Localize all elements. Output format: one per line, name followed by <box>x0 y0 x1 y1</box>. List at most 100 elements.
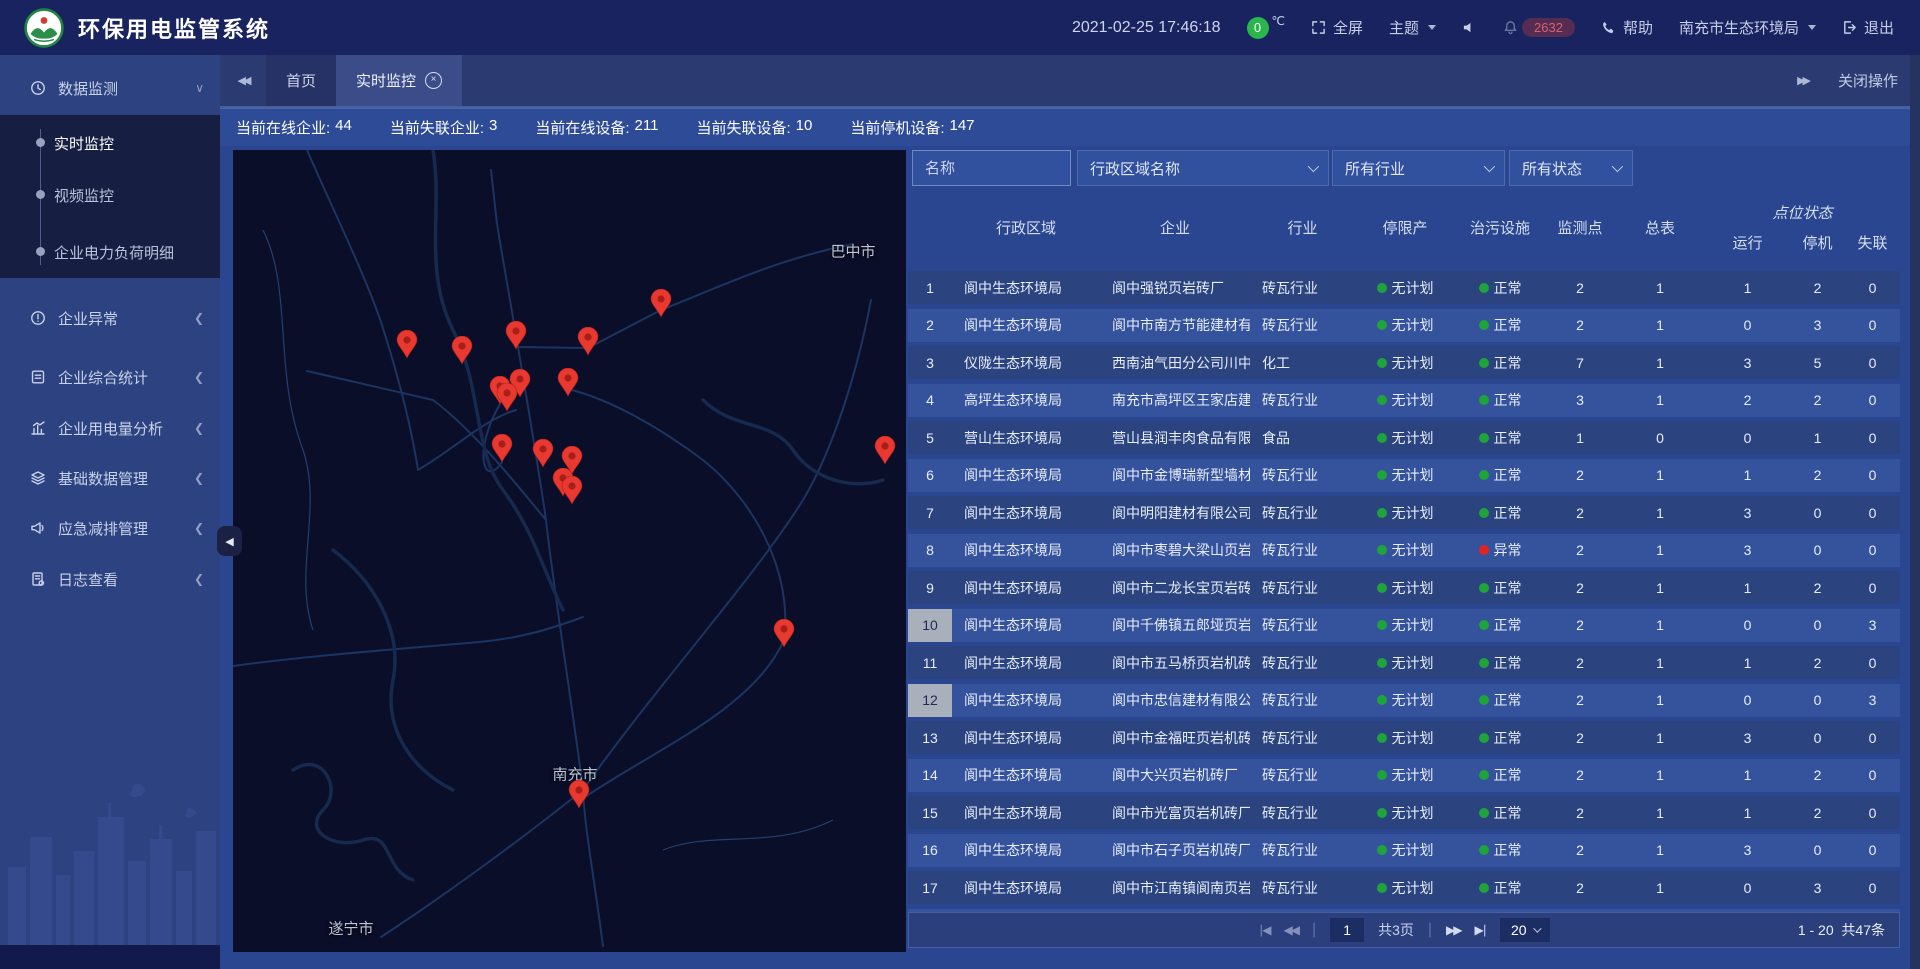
table-row[interactable]: 13阆中生态环境局阆中市金福旺页岩机砖砖瓦行业无计划正常21300 <box>908 721 1900 754</box>
table-row[interactable]: 1阆中生态环境局阆中强锐页岩砖厂砖瓦行业无计划正常21120 <box>908 271 1900 304</box>
table-row[interactable]: 11阆中生态环境局阆中市五马桥页岩机砖砖瓦行业无计划正常21120 <box>908 646 1900 679</box>
table-row[interactable]: 10阆中生态环境局阆中千佛镇五郎垭页岩砖瓦行业无计划正常21003 <box>908 609 1900 642</box>
chevron-down-icon <box>1808 25 1816 30</box>
sidebar-subitem-video-monitor[interactable]: 视频监控 <box>0 175 220 215</box>
sidebar-item-base-data-management[interactable]: 基础数据管理❮ <box>0 456 220 500</box>
tabs-scroll-left-button[interactable]: ◀◀ <box>220 55 266 106</box>
map-panel[interactable]: 巴中市南充市遂宁市 <box>233 150 906 952</box>
notifications-button[interactable]: 2632 <box>1503 18 1575 37</box>
table-row[interactable]: 12阆中生态环境局阆中市忠信建材有限公砖瓦行业无计划正常21003 <box>908 684 1900 717</box>
map-pin-icon[interactable] <box>505 321 527 351</box>
sidebar-item-log-view[interactable]: 日志查看❮ <box>0 557 220 601</box>
facility-status-cell: 正常 <box>1455 459 1545 492</box>
close-icon[interactable]: × <box>425 72 442 89</box>
search-input[interactable] <box>912 150 1071 186</box>
table-row[interactable]: 9阆中生态环境局阆中市二龙长宝页岩砖砖瓦行业无计划正常21120 <box>908 571 1900 604</box>
help-button[interactable]: 帮助 <box>1601 17 1653 38</box>
stat-item: 当前在线设备:211 <box>535 117 658 138</box>
map-pin-icon[interactable] <box>577 327 599 357</box>
facility-status-cell: 正常 <box>1455 721 1545 754</box>
close-operations-button[interactable]: 关闭操作 <box>1838 70 1898 91</box>
logout-button[interactable]: 退出 <box>1842 17 1894 38</box>
sidebar-subitem-power-load-detail[interactable]: 企业电力负荷明细 <box>0 232 220 272</box>
map-pin-icon[interactable] <box>532 439 554 469</box>
stop-count-cell: 0 <box>1790 496 1845 529</box>
tabs-scroll-right-button[interactable]: ▶▶ <box>1797 74 1808 87</box>
map-pin-icon[interactable] <box>557 368 579 398</box>
status-dot-icon <box>1377 508 1387 518</box>
page-size-select[interactable]: 20 <box>1500 918 1550 942</box>
sidebar-collapse-toggle[interactable]: ◀ <box>217 526 242 556</box>
pagination-bar: ∣◀ ◀◀ | 1 共3页 | ▶▶ ▶∣ 20 1 - 20 共47条 <box>908 912 1900 948</box>
fullscreen-button[interactable]: 全屏 <box>1311 17 1363 38</box>
region-cell: 阆中生态环境局 <box>952 496 1100 529</box>
region-cell: 阆中生态环境局 <box>952 534 1100 567</box>
map-pin-icon[interactable] <box>396 330 418 360</box>
limit-status-cell: 无计划 <box>1355 721 1455 754</box>
industry-cell: 化工 <box>1250 346 1355 379</box>
lost-count-cell: 0 <box>1845 421 1900 454</box>
table-row[interactable]: 5营山生态环境局营山县润丰肉食品有限食品无计划正常10010 <box>908 421 1900 454</box>
sidebar-item-power-usage-analysis[interactable]: 企业用电量分析❮ <box>0 406 220 450</box>
next-page-button[interactable]: ▶▶ <box>1446 923 1460 937</box>
sidebar-subitem-realtime-monitor[interactable]: 实时监控 <box>0 123 220 163</box>
status-dot-icon <box>1377 658 1387 668</box>
sound-mute-button[interactable] <box>1462 20 1477 35</box>
table-row[interactable]: 15阆中生态环境局阆中市光富页岩机砖厂砖瓦行业无计划正常21120 <box>908 796 1900 829</box>
page-number-input[interactable]: 1 <box>1330 918 1364 942</box>
limit-status-cell: 无计划 <box>1355 534 1455 567</box>
tab-realtime-monitor[interactable]: 实时监控× <box>336 55 462 106</box>
map-pin-icon[interactable] <box>451 336 473 366</box>
map-pin-icon[interactable] <box>650 289 672 319</box>
sidebar-item-data-monitoring[interactable]: 数据监测∨ <box>0 66 220 110</box>
column-header: 行业 <box>1250 194 1355 260</box>
table-row[interactable]: 8阆中生态环境局阆中市枣碧大梁山页岩砖瓦行业无计划异常21300 <box>908 534 1900 567</box>
sidebar-item-enterprise-statistics[interactable]: 企业综合统计❮ <box>0 355 220 399</box>
region-cell: 阆中生态环境局 <box>952 871 1100 904</box>
row-number-cell: 1 <box>908 271 952 304</box>
tab-home[interactable]: 首页 <box>266 55 336 106</box>
table-row[interactable]: 6阆中生态环境局阆中市金博瑞新型墙材砖瓦行业无计划正常21120 <box>908 459 1900 492</box>
industry-select[interactable]: 所有行业 <box>1332 150 1505 186</box>
prev-page-button[interactable]: ◀◀ <box>1283 923 1297 937</box>
run-count-cell: 3 <box>1705 534 1790 567</box>
first-page-button[interactable]: ∣◀ <box>1258 923 1269 937</box>
meter-count-cell: 1 <box>1615 759 1705 792</box>
industry-cell: 砖瓦行业 <box>1250 496 1355 529</box>
company-cell: 阆中市南方节能建材有 <box>1100 309 1250 342</box>
company-cell: 营山县润丰肉食品有限 <box>1100 421 1250 454</box>
industry-cell: 砖瓦行业 <box>1250 534 1355 567</box>
table-row[interactable]: 14阆中生态环境局阆中大兴页岩机砖厂砖瓦行业无计划正常21120 <box>908 759 1900 792</box>
map-pin-icon[interactable] <box>491 434 513 464</box>
table-row[interactable]: 17阆中生态环境局阆中市江南镇阆南页岩砖瓦行业无计划正常21030 <box>908 871 1900 904</box>
temperature-badge: 0 ℃ <box>1247 17 1285 39</box>
limit-status-cell: 无计划 <box>1355 609 1455 642</box>
map-pin-icon[interactable] <box>773 619 795 649</box>
table-row[interactable]: 2阆中生态环境局阆中市南方节能建材有砖瓦行业无计划正常21030 <box>908 309 1900 342</box>
map-pin-icon[interactable] <box>496 383 518 413</box>
region-select[interactable]: 行政区域名称 <box>1077 150 1329 186</box>
sidebar-item-enterprise-abnormal[interactable]: 企业异常❮ <box>0 296 220 340</box>
status-select[interactable]: 所有状态 <box>1509 150 1633 186</box>
sidebar-item-emergency-reduction[interactable]: 应急减排管理❮ <box>0 506 220 550</box>
table-row[interactable]: 16阆中生态环境局阆中市石子页岩机砖厂砖瓦行业无计划正常21300 <box>908 834 1900 867</box>
pagination-divider: | <box>1312 921 1316 939</box>
row-number-cell: 2 <box>908 309 952 342</box>
scrollbar-track[interactable] <box>1910 55 1920 969</box>
stats-bar: 当前在线企业:44当前失联企业:3当前在线设备:211当前失联设备:10当前停机… <box>220 108 1920 146</box>
last-page-button[interactable]: ▶∣ <box>1475 923 1486 937</box>
org-dropdown[interactable]: 南充市生态环境局 <box>1679 17 1816 38</box>
table-row[interactable]: 4高坪生态环境局南充市高坪区王家店建砖瓦行业无计划正常31220 <box>908 384 1900 417</box>
stat-item: 当前失联设备:10 <box>696 117 812 138</box>
map-pin-icon[interactable] <box>874 436 896 466</box>
theme-dropdown[interactable]: 主题 <box>1389 17 1436 38</box>
chevron-left-icon: ❮ <box>194 471 204 485</box>
monitor-count-cell: 2 <box>1545 759 1615 792</box>
table-row[interactable]: 3仪陇生态环境局西南油气田分公司川中化工无计划正常71350 <box>908 346 1900 379</box>
map-pin-icon[interactable] <box>568 780 590 810</box>
monitor-count-cell: 2 <box>1545 721 1615 754</box>
stat-label: 当前在线设备: <box>535 117 629 138</box>
map-pin-icon[interactable] <box>561 476 583 506</box>
table-row[interactable]: 7阆中生态环境局阆中明阳建材有限公司砖瓦行业无计划正常21300 <box>908 496 1900 529</box>
meter-count-cell: 1 <box>1615 721 1705 754</box>
